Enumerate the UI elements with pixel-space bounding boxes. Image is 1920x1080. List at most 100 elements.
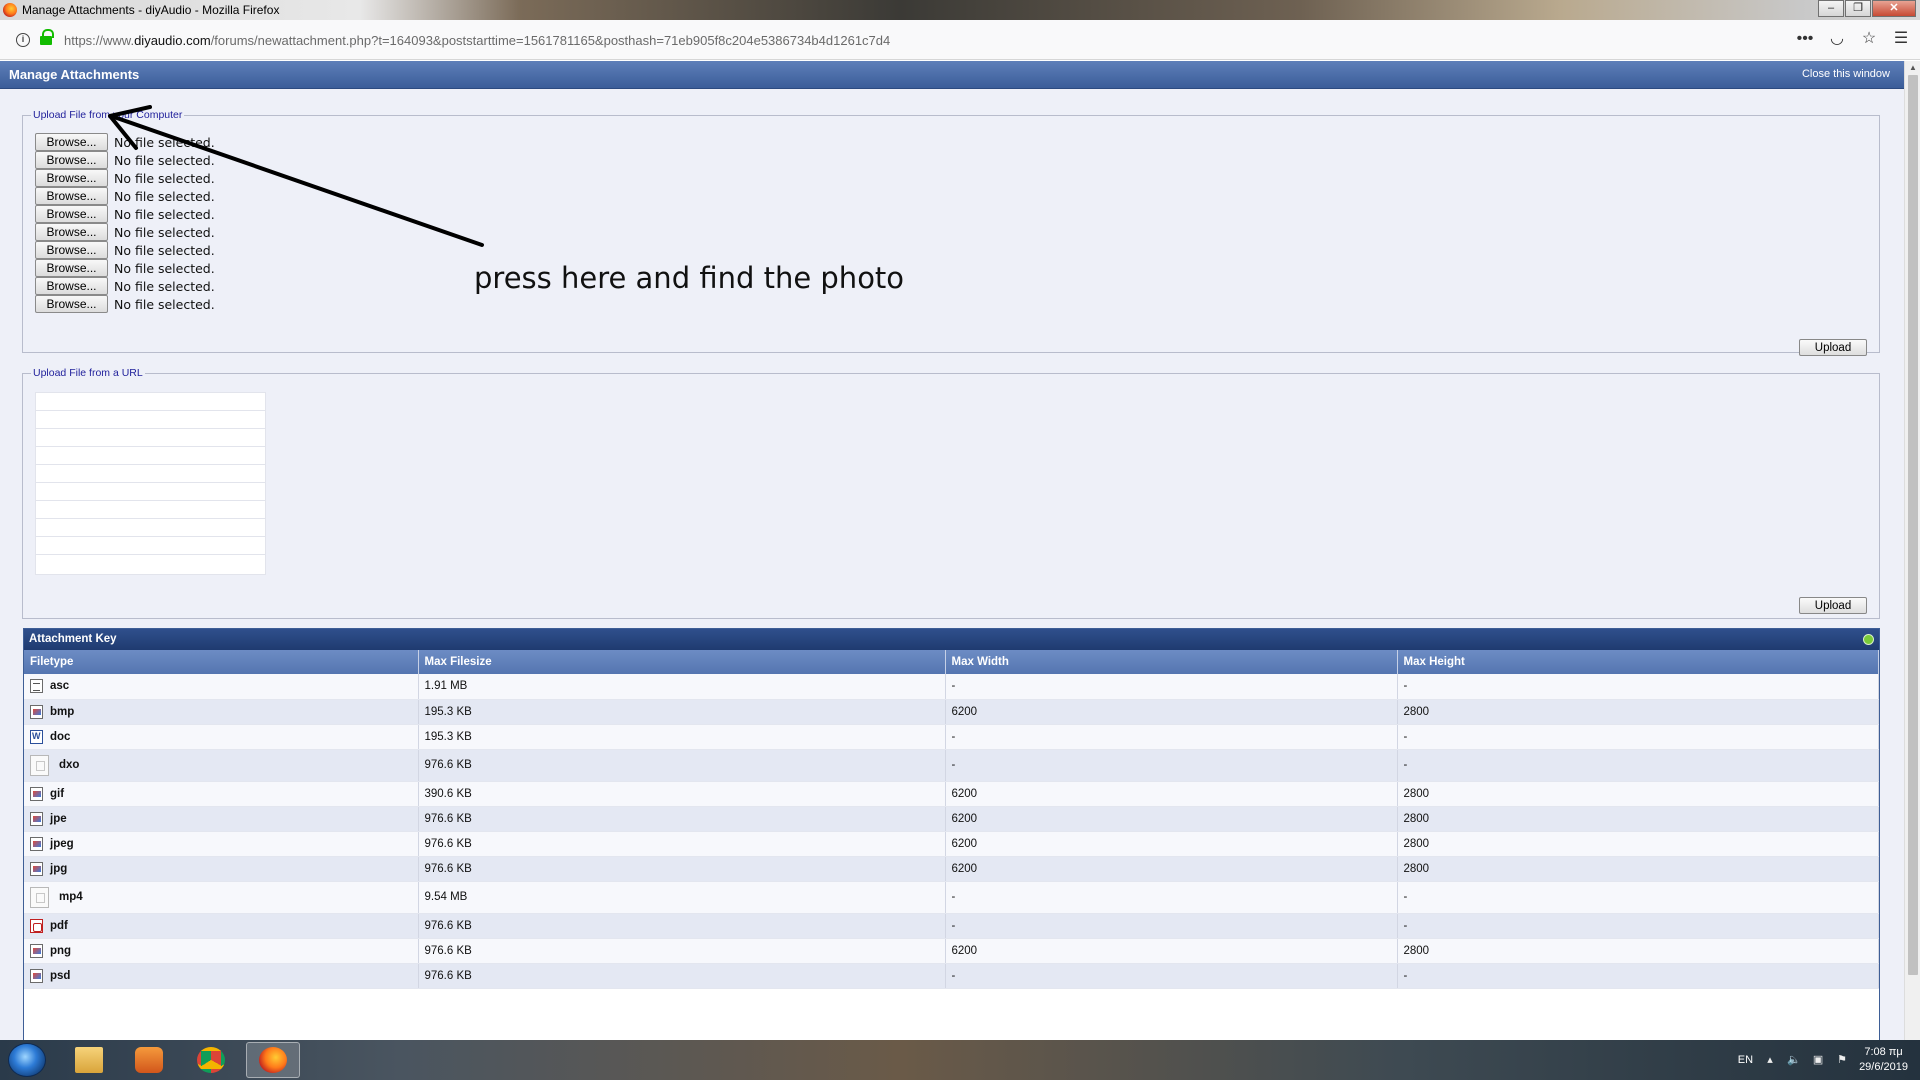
max-height-cell: - [1397,674,1879,700]
pdf-file-icon [30,918,43,933]
no-file-selected-text: No file selected. [114,188,215,204]
max-height-cell: - [1397,881,1879,914]
browse-button[interactable]: Browse... [35,223,108,241]
browse-button[interactable]: Browse... [35,241,108,259]
chrome-icon[interactable] [184,1042,238,1078]
filetype-label: psd [50,969,71,982]
no-file-selected-text: No file selected. [114,152,215,168]
window-titlebar: Manage Attachments - diyAudio - Mozilla … [0,0,1920,20]
table-row: psd 976.6 KB - - [24,963,1879,989]
browse-button[interactable]: Browse... [35,259,108,277]
action-center-icon[interactable]: ⚑ [1835,1053,1849,1067]
max-filesize-cell: 9.54 MB [418,881,946,914]
info-icon[interactable]: i [16,33,30,47]
page-content: Manage Attachments Close this window Upl… [0,61,1904,1040]
browse-button[interactable]: Browse... [35,133,108,151]
image-file-icon [30,704,43,719]
browse-button[interactable]: Browse... [35,205,108,223]
tray-expand-icon[interactable]: ▴ [1763,1053,1777,1067]
filetype-cell: bmp [24,699,419,725]
col-max-height: Max Height [1397,650,1879,674]
url-bar[interactable]: i https://www.diyaudio.com/forums/newatt… [8,28,1848,52]
volume-icon[interactable]: 🔈 [1787,1053,1801,1067]
network-icon[interactable]: ▣ [1811,1053,1825,1067]
filetype-cell: jpe [24,806,419,832]
max-filesize-cell: 390.6 KB [418,781,946,807]
text-file-icon [30,679,43,694]
lock-icon[interactable] [40,29,54,46]
filetype-cell: png [24,938,419,964]
image-file-icon [30,836,43,851]
attachment-key-table: Filetype Max Filesize Max Width Max Heig… [24,650,1879,989]
start-button-icon[interactable] [8,1043,46,1077]
browse-button[interactable]: Browse... [35,169,108,187]
max-filesize-cell: 976.6 KB [418,856,946,882]
max-height-cell: 2800 [1397,856,1879,882]
table-row: bmp 195.3 KB 6200 2800 [24,699,1879,725]
scroll-up-icon[interactable]: ▲ [1905,61,1920,75]
url-text[interactable]: https://www.diyaudio.com/forums/newattac… [64,33,890,48]
table-header-row: Filetype Max Filesize Max Width Max Heig… [24,650,1879,674]
generic-file-icon [30,886,49,908]
generic-file-icon [30,754,49,776]
minimize-icon[interactable]: – [1818,0,1844,17]
attachment-key-body: asc1.91 MB--bmp195.3 KB62002800doc195.3 … [24,674,1879,989]
filetype-label: gif [50,787,65,800]
max-width-cell: - [945,963,1398,989]
filetype-cell: jpeg [24,831,419,857]
max-width-cell: - [945,724,1398,750]
browser-toolbar: i https://www.diyaudio.com/forums/newatt… [0,20,1920,60]
url-input[interactable] [35,554,266,575]
table-row: jpe 976.6 KB 6200 2800 [24,806,1879,832]
firefox-taskbar-icon[interactable] [246,1042,300,1078]
no-file-selected-text: No file selected. [114,134,215,150]
close-window-icon[interactable]: ✕ [1872,0,1916,17]
attachment-key-header: Attachment Key [24,629,1879,650]
filetype-label: jpg [50,862,68,875]
max-width-cell: - [945,749,1398,782]
explorer-icon[interactable] [62,1042,116,1078]
scrollbar-thumb[interactable] [1908,75,1918,975]
media-player-icon[interactable] [122,1042,176,1078]
table-row: doc195.3 KB-- [24,724,1879,750]
filetype-cell: dxo [24,749,419,782]
browse-button[interactable]: Browse... [35,295,108,313]
more-actions-icon[interactable]: ••• [1796,30,1814,48]
clock-date: 29/6/2019 [1859,1061,1908,1073]
file-input-row: Browse... No file selected. [35,223,215,241]
browse-button[interactable]: Browse... [35,277,108,295]
page-scrollbar[interactable]: ▲ [1904,61,1920,1040]
browse-button[interactable]: Browse... [35,151,108,169]
upload-computer-button[interactable]: Upload [1799,339,1867,356]
upload-url-button[interactable]: Upload [1799,597,1867,614]
close-window-link[interactable]: Close this window [1802,68,1890,80]
bookmark-star-icon[interactable]: ☆ [1860,30,1878,48]
max-height-cell: 2800 [1397,781,1879,807]
language-indicator[interactable]: EN [1738,1054,1753,1066]
image-file-icon [30,811,43,826]
max-width-cell: 6200 [945,856,1398,882]
max-filesize-cell: 976.6 KB [418,806,946,832]
file-input-row: Browse... No file selected. [35,295,215,313]
firefox-logo-icon [3,3,17,17]
max-height-cell: - [1397,963,1879,989]
filetype-label: jpeg [50,837,74,850]
no-file-selected-text: No file selected. [114,224,215,240]
table-row: mp4 9.54 MB - - [24,881,1879,914]
browse-button[interactable]: Browse... [35,187,108,205]
taskbar-clock[interactable]: 7:08 πμ 29/6/2019 [1859,1045,1908,1075]
table-row: asc 1.91 MB - - [24,674,1879,700]
table-row: dxo 976.6 KB - - [24,749,1879,782]
filetype-cell: gif [24,781,419,807]
max-filesize-cell: 976.6 KB [418,749,946,782]
file-input-row: Browse... No file selected. [35,277,215,295]
pocket-icon[interactable]: ◡ [1828,30,1846,48]
restore-icon[interactable]: ❐ [1845,0,1871,17]
hamburger-menu-icon[interactable]: ☰ [1892,30,1910,48]
filetype-label: jpe [50,812,67,825]
file-input-row: Browse... No file selected. [35,205,215,223]
max-filesize-cell: 976.6 KB [418,913,946,939]
collapse-icon[interactable] [1863,634,1874,645]
filetype-label: png [50,944,72,957]
max-width-cell: 6200 [945,699,1398,725]
